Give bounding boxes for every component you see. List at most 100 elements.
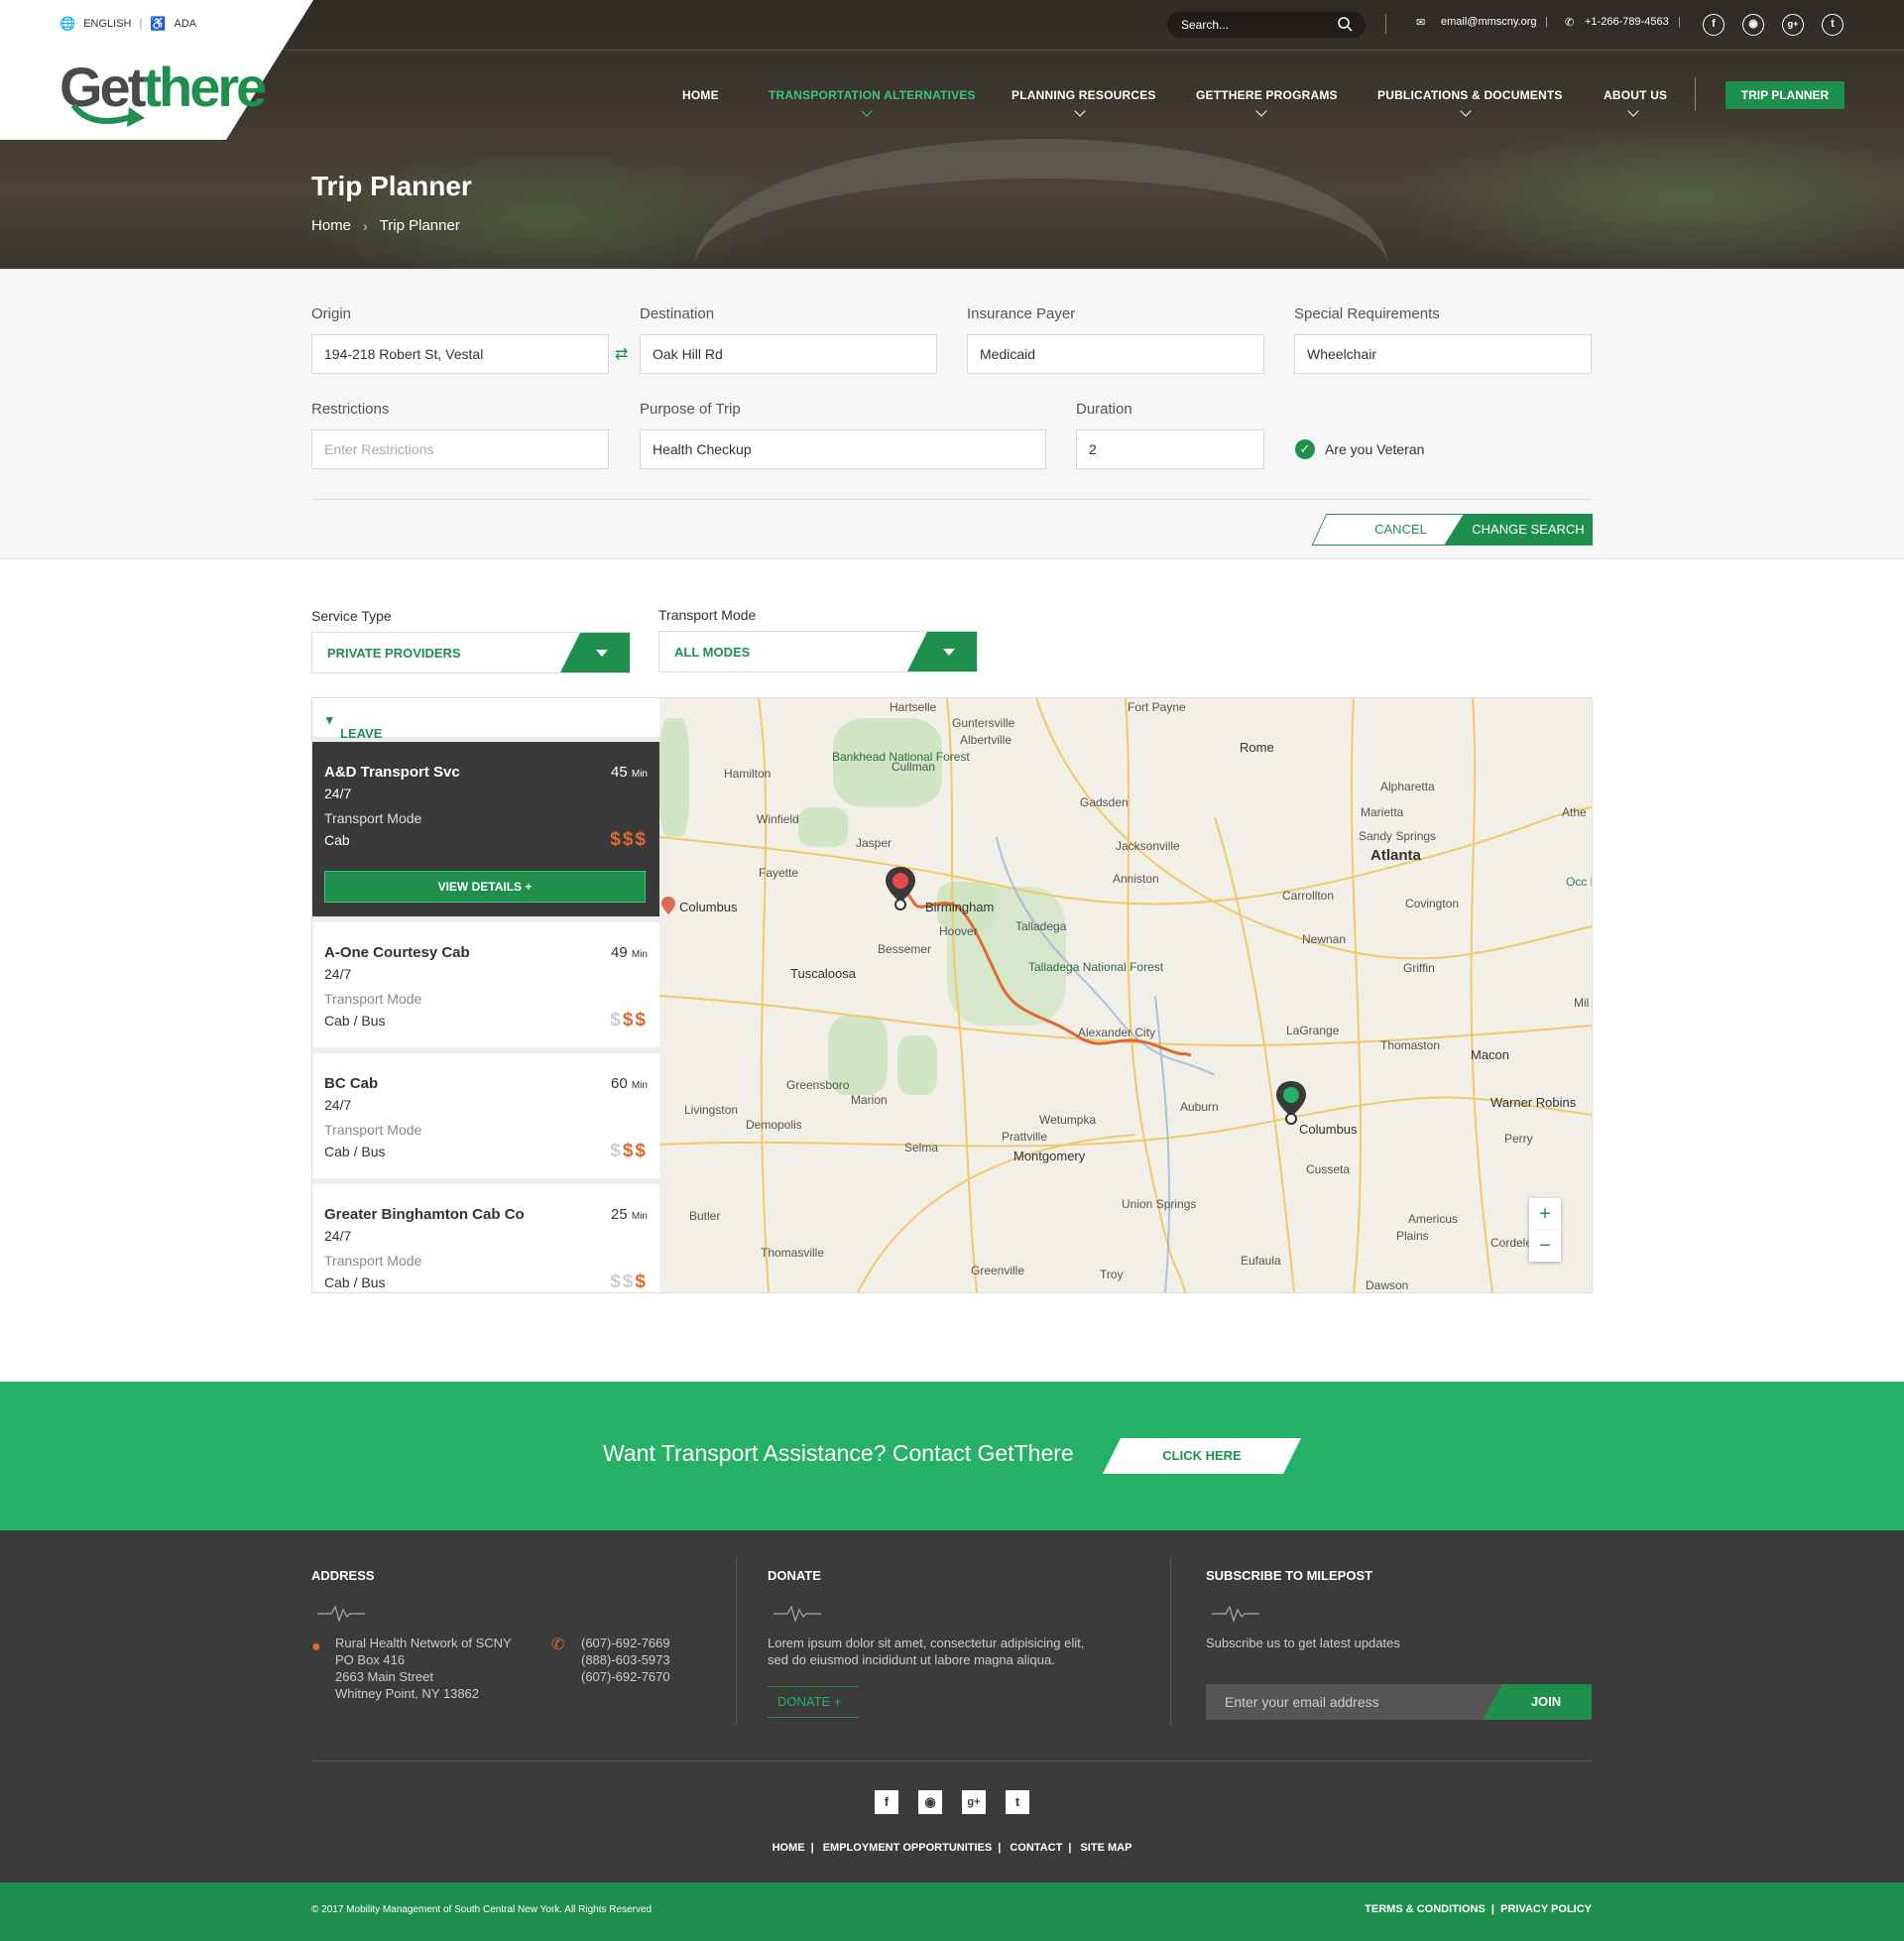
globe-icon: 🌐 [60,16,76,31]
nav-about-us[interactable]: ABOUT US [1604,88,1667,102]
trip-duration: 25 Min [611,1206,648,1223]
purpose-label: Purpose of Trip [640,401,741,418]
google-plus-icon[interactable]: g+ [1782,14,1804,36]
click-here-button[interactable]: CLICK HERE [1103,1438,1301,1474]
instagram-icon[interactable]: ◉ [918,1790,942,1814]
breadcrumb-home[interactable]: Home [311,217,351,234]
language-switcher: 🌐 ENGLISH | ♿ ADA [60,16,197,31]
leave-now-dropdown[interactable]: LEAVE NOW ▾ [312,698,659,756]
destination-marker-icon [1276,1081,1306,1125]
search-icon[interactable] [1337,16,1355,34]
provider-card[interactable]: A&D Transport Svc 24/7 Transport Mode Ca… [312,742,659,916]
transport-mode-value: Cab / Bus [324,1274,386,1290]
restrictions-field[interactable]: Enter Restrictions [311,429,609,469]
pulse-icon [1212,1605,1259,1623]
address-text: Rural Health Network of SCNY PO Box 416 … [335,1636,512,1701]
privacy-link[interactable]: PRIVACY POLICY [1500,1903,1592,1915]
twitter-icon[interactable]: t [1006,1790,1029,1814]
chevron-right-icon: › [363,217,368,234]
nav-planning-resources[interactable]: PLANNING RESOURCES [1012,88,1156,102]
footer-link-sitemap[interactable]: SITE MAP [1080,1842,1131,1854]
service-type-dropdown[interactable]: PRIVATE PROVIDERS [311,632,631,673]
language-link[interactable]: ENGLISH [83,18,131,30]
location-pin-icon: ● [311,1638,321,1655]
transport-mode-dropdown[interactable]: ALL MODES [658,631,978,672]
subscribe-text: Subscribe us to get latest updates [1206,1636,1400,1650]
veteran-label: Are you Veteran [1325,441,1425,457]
cost-indicator: $$$ [610,1272,648,1292]
cta-text: Want Transport Assistance? Contact GetTh… [603,1440,1074,1466]
donate-button[interactable]: DONATE + [768,1686,859,1718]
donate-text: Lorem ipsum dolor sit amet, consectetur … [768,1636,1085,1667]
destination-field[interactable]: Oak Hill Rd [640,334,937,374]
ada-link[interactable]: ADA [175,18,197,30]
nav-home[interactable]: HOME [682,88,719,102]
trip-duration: 49 Min [611,944,648,961]
nav-getthere-programs[interactable]: GETTHERE PROGRAMS [1196,88,1338,102]
provider-card[interactable]: Greater Binghamton Cab Co 24/7 Transport… [312,1184,659,1292]
provider-hours: 24/7 [324,1097,352,1113]
provider-card[interactable]: BC Cab 24/7 Transport Mode Cab / Bus 60 … [312,1053,659,1178]
service-type-label: Service Type [311,608,392,624]
transport-mode-label: Transport Mode [658,607,757,623]
terms-link[interactable]: TERMS & CONDITIONS [1365,1903,1486,1915]
transport-mode-value: Cab [324,832,350,848]
nav-publications-documents[interactable]: PUBLICATIONS & DOCUMENTS [1377,88,1563,102]
email-link[interactable]: email@mmscny.org [1441,16,1537,28]
legal-links: TERMS & CONDITIONS | PRIVACY POLICY [1365,1903,1592,1915]
veteran-checkbox[interactable]: ✓ [1295,439,1315,459]
footer [0,1530,1904,1882]
provider-hours: 24/7 [324,966,352,982]
email-input[interactable]: Enter your email address [1206,1684,1513,1720]
address-heading: ADDRESS [311,1568,375,1583]
phone-numbers: (607)-692-7669 (888)-603-5973 (607)-692-… [581,1636,670,1684]
duration-field[interactable]: 2 [1076,429,1264,469]
instagram-icon[interactable]: ◉ [1742,14,1764,36]
insurance-label: Insurance Payer [967,305,1076,322]
duration-label: Duration [1076,401,1132,418]
insurance-field[interactable]: Medicaid [967,334,1264,374]
topbar-divider [0,50,1904,51]
twitter-icon[interactable]: t [1822,14,1844,36]
change-search-button[interactable]: CHANGE SEARCH [1444,514,1593,546]
facebook-icon[interactable]: f [1703,14,1725,36]
purpose-field[interactable]: Health Checkup [640,429,1046,469]
phone-link[interactable]: +1-266-789-4563 [1585,16,1669,28]
logo-swoosh-icon [71,103,145,127]
donate-heading: DONATE [768,1568,821,1583]
pulse-icon [317,1605,365,1623]
provider-list[interactable]: A&D Transport Svc 24/7 Transport Mode Ca… [312,738,659,1292]
provider-card[interactable]: A-One Courtesy Cab 24/7 Transport Mode C… [312,922,659,1047]
zoom-out-button[interactable]: − [1529,1230,1561,1262]
footer-link-contact[interactable]: CONTACT [1010,1842,1062,1854]
zoom-in-button[interactable]: + [1529,1198,1561,1230]
search-input[interactable]: Search... [1167,12,1366,38]
phone-icon: ✆ [1565,17,1575,29]
copyright: © 2017 Mobility Management of South Cent… [311,1904,653,1915]
pulse-icon [774,1605,821,1623]
transport-mode-label: Transport Mode [324,1253,422,1269]
origin-field[interactable]: 194-218 Robert St, Vestal [311,334,609,374]
special-requirements-field[interactable]: Wheelchair [1294,334,1592,374]
destination-label: Destination [640,305,715,322]
transport-mode-value: Cab / Bus [324,1013,386,1029]
phone-icon: ✆ [551,1637,565,1653]
footer-link-home[interactable]: HOME [773,1842,805,1854]
facebook-icon[interactable]: f [875,1790,898,1814]
mail-icon: ✉ [1416,17,1426,29]
swap-icon[interactable]: ⇄ [615,344,628,364]
plus-icon: + [833,1694,842,1709]
google-plus-icon[interactable]: g+ [962,1790,986,1814]
restrictions-label: Restrictions [311,401,390,418]
view-details-button[interactable]: VIEW DETAILS + [324,871,646,903]
special-requirements-label: Special Requirements [1294,305,1440,322]
footer-links: HOME | EMPLOYMENT OPPORTUNITIES | CONTACT |… [772,1842,1132,1854]
page-title: Trip Planner [311,171,472,201]
nav-transportation-alternatives[interactable]: TRANSPORTATION ALTERNATIVES [769,88,976,102]
trip-planner-button[interactable]: TRIP PLANNER [1726,81,1844,109]
route-map[interactable]: Hartselle Guntersville Albertville Fort … [659,698,1592,1292]
footer-link-employment[interactable]: EMPLOYMENT OPPORTUNITIES [823,1842,993,1854]
map-zoom-control: + − [1529,1198,1561,1262]
provider-hours: 24/7 [324,786,352,801]
accessibility-icon: ♿ [150,16,167,31]
